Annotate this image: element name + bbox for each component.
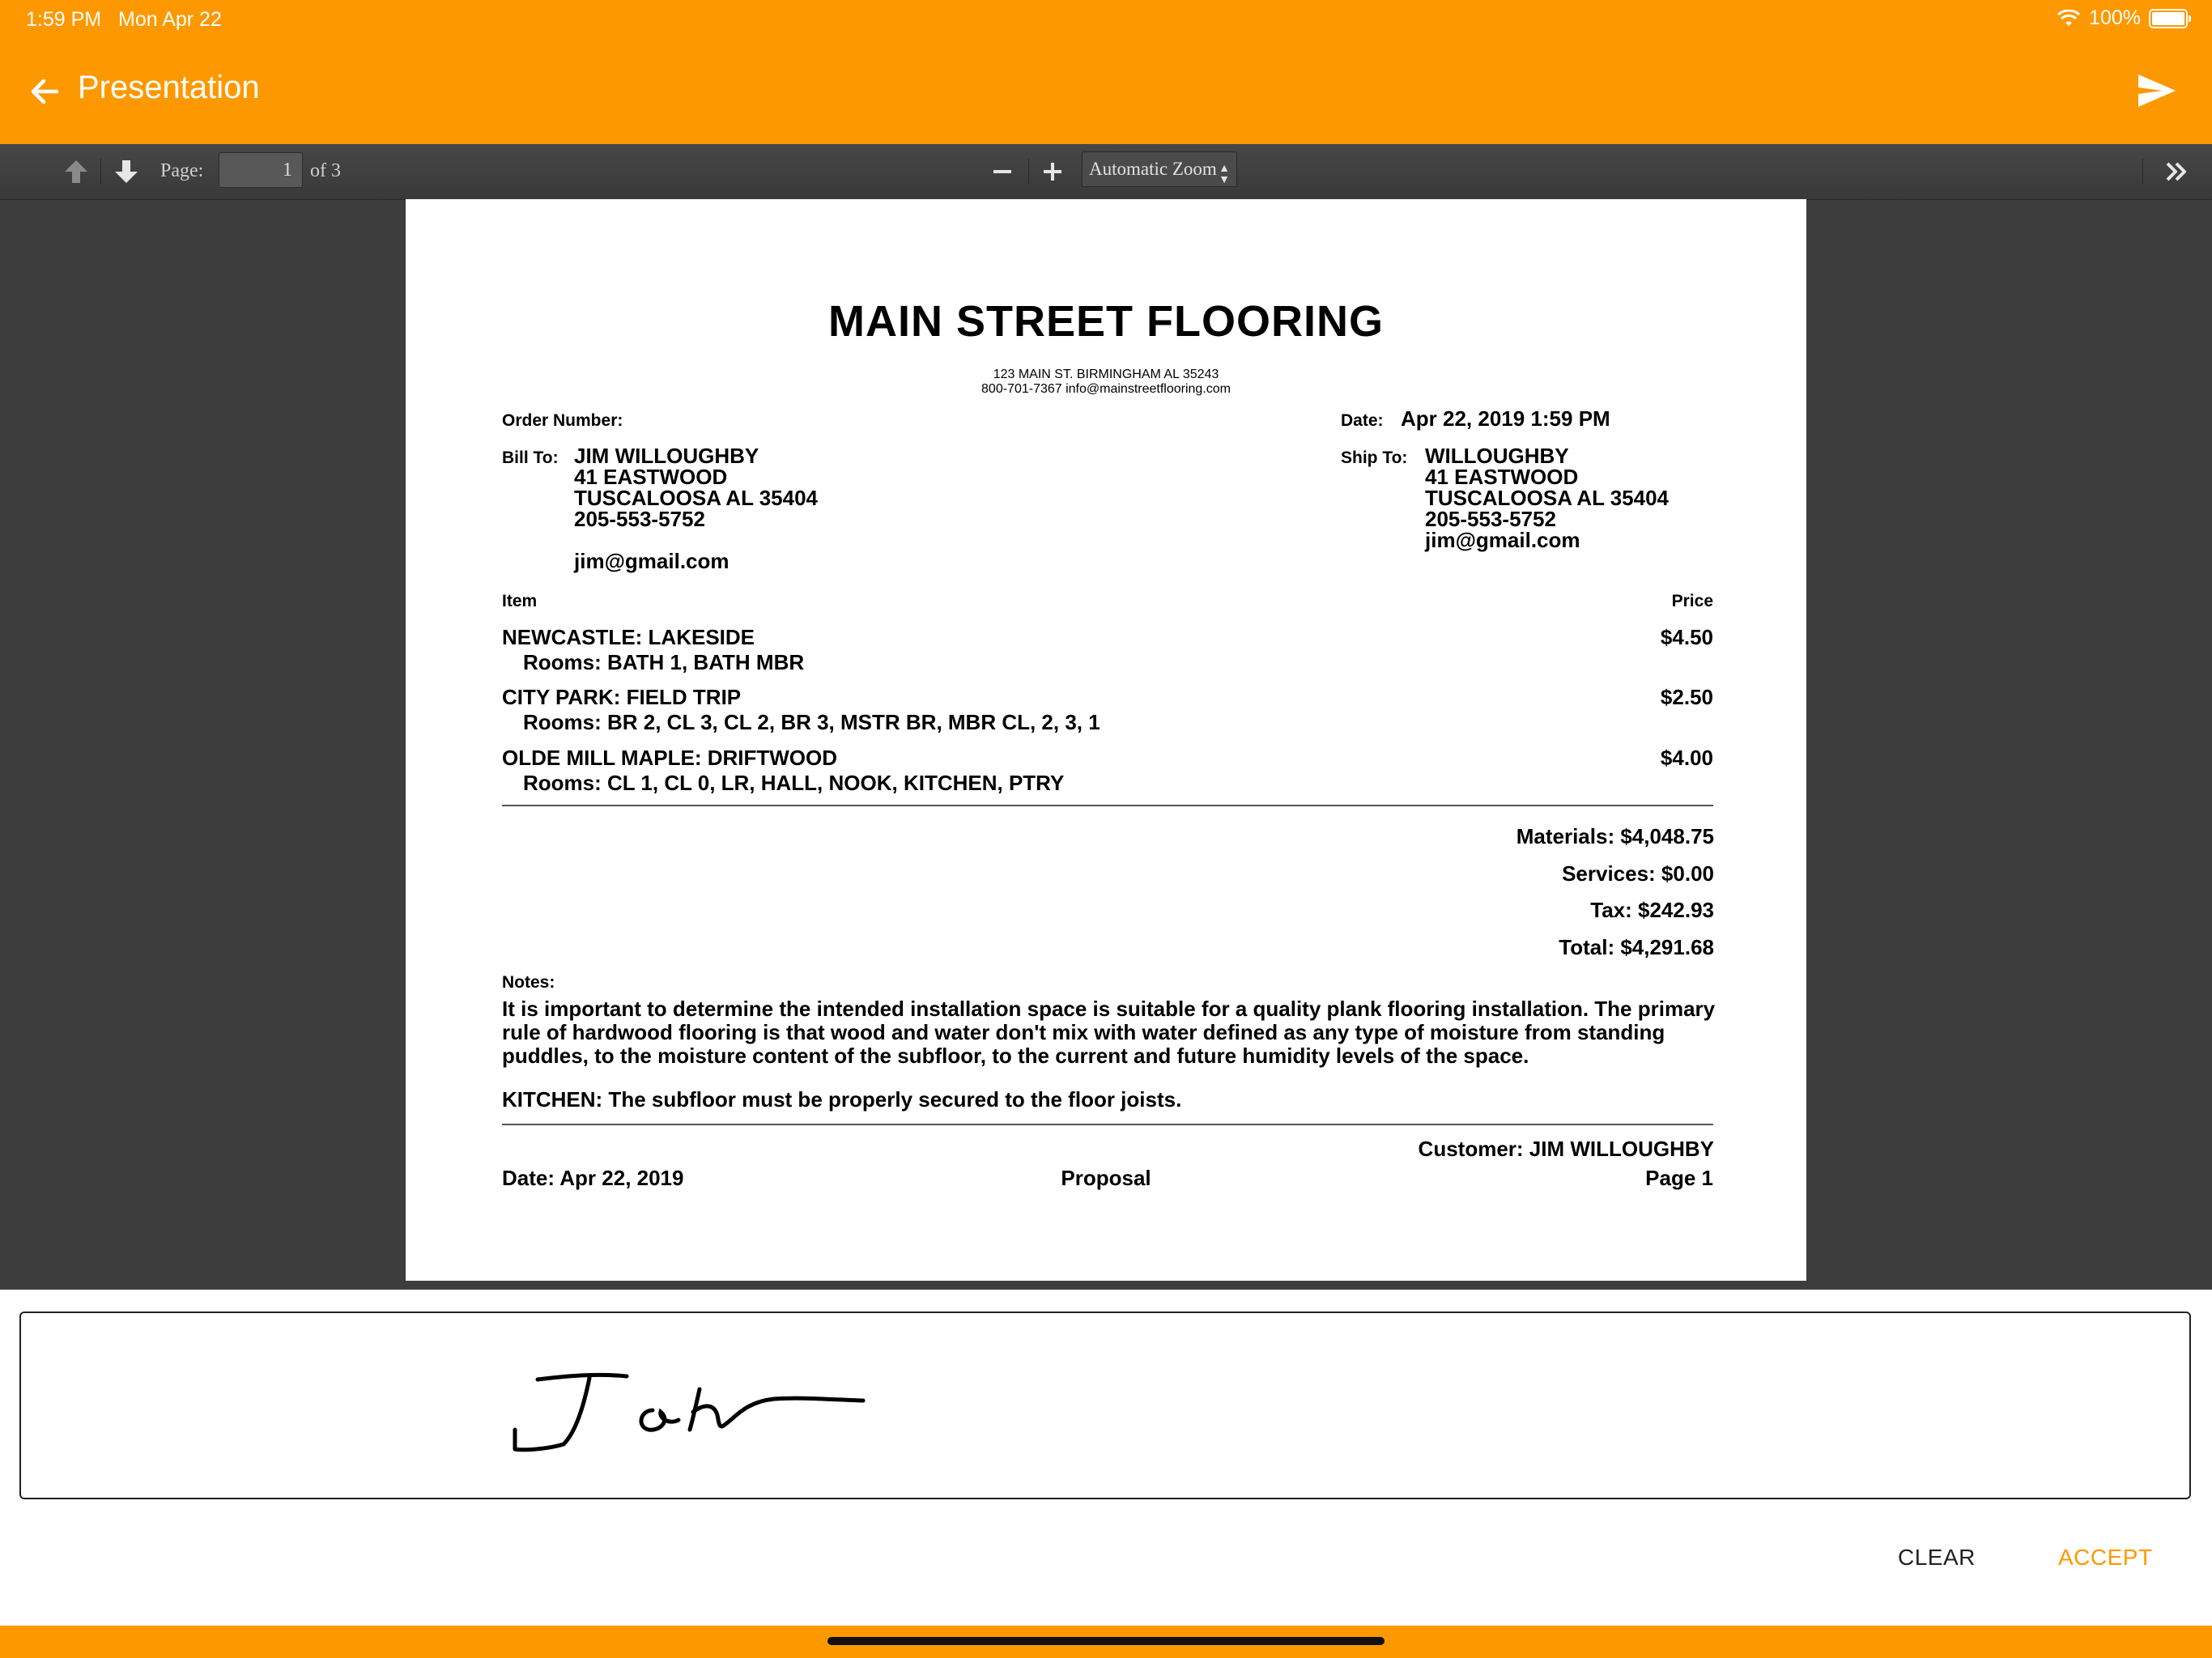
date-label: Date:	[1341, 411, 1384, 430]
company-name: MAIN STREET FLOORING	[828, 297, 1384, 346]
ship-to-email: jim@gmail.com	[1425, 528, 1580, 552]
signature-pad[interactable]	[19, 1312, 2191, 1499]
item-rooms: Rooms: BATH 1, BATH MBR	[523, 650, 805, 674]
divider	[502, 805, 1713, 806]
accept-button[interactable]: ACCEPT	[2058, 1545, 2153, 1571]
item-rooms: Rooms: CL 1, CL 0, LR, HALL, NOOK, KITCH…	[523, 771, 1065, 795]
materials-total: Materials: $4,048.75	[1516, 824, 1714, 848]
price-header: Price	[1671, 592, 1713, 610]
bill-to-phone: 205-553-5752	[574, 507, 705, 531]
send-icon[interactable]	[2136, 71, 2178, 110]
company-address: 123 MAIN ST. BIRMINGHAM AL 35243	[993, 368, 1219, 381]
ship-to-city: TUSCALOOSA AL 35404	[1425, 486, 1670, 510]
clear-button[interactable]: CLEAR	[1898, 1545, 1976, 1571]
signature-stroke	[513, 1372, 866, 1452]
item-name: NEWCASTLE: LAKESIDE	[502, 625, 755, 649]
bill-to-block: JIM WILLOUGHBY 41 EASTWOOD TUSCALOOSA AL…	[574, 445, 818, 572]
item-header: Item	[502, 592, 538, 610]
notes-text: It is important to determine the intende…	[502, 997, 1716, 1068]
tax-total: Tax: $242.93	[1590, 898, 1714, 922]
arrow-down-icon[interactable]	[110, 155, 143, 188]
ship-to-label: Ship To:	[1341, 449, 1408, 467]
status-date: Mon Apr 22	[118, 8, 222, 31]
company-contact: 800-701-7367 info@mainstreetflooring.com	[981, 382, 1231, 396]
viewer-toolbar: Page: 1 of 3 Automatic Zoom ▲ ▼	[0, 144, 2212, 200]
item-price: $2.50	[1660, 685, 1713, 709]
page-title: Presentation	[78, 70, 260, 105]
home-indicator[interactable]	[827, 1637, 1385, 1645]
divider	[502, 1124, 1713, 1125]
zoom-out-icon[interactable]	[986, 155, 1019, 188]
page-count: of 3	[310, 160, 341, 181]
app-bar: 1:59 PM Mon Apr 22 100% Presentation	[0, 0, 2212, 144]
item-rooms: Rooms: BR 2, CL 3, CL 2, BR 3, MSTR BR, …	[523, 710, 1100, 734]
footer-title: Proposal	[1061, 1166, 1151, 1190]
battery-percent: 100%	[2089, 6, 2141, 29]
pdf-viewer[interactable]: Page: 1 of 3 Automatic Zoom ▲ ▼ MAIN STR…	[0, 144, 2212, 1290]
pdf-page: MAIN STREET FLOORING 123 MAIN ST. BIRMIN…	[406, 199, 1806, 1281]
page-label: Page:	[160, 160, 204, 181]
page-number-input[interactable]: 1	[219, 152, 303, 188]
item-name: CITY PARK: FIELD TRIP	[502, 685, 742, 709]
ship-to-phone: 205-553-5752	[1425, 507, 1556, 531]
services-total: Services: $0.00	[1562, 861, 1714, 886]
bottom-bar	[0, 1626, 2212, 1658]
kitchen-note: KITCHEN: The subfloor must be properly s…	[502, 1087, 1182, 1112]
footer-page: Page 1	[1645, 1166, 1713, 1190]
item-name: OLDE MILL MAPLE: DRIFTWOOD	[502, 746, 838, 770]
double-chevron-right-icon[interactable]	[2160, 155, 2193, 188]
ship-to-block: WILLOUGHBY 41 EASTWOOD TUSCALOOSA AL 354…	[1425, 445, 1669, 551]
status-time: 1:59 PM	[26, 8, 102, 31]
arrow-left-icon[interactable]	[24, 71, 65, 112]
grand-total: Total: $4,291.68	[1559, 935, 1714, 959]
item-price: $4.00	[1660, 746, 1713, 770]
status-right: 100%	[2057, 6, 2191, 30]
bill-to-city: TUSCALOOSA AL 35404	[574, 486, 819, 510]
arrow-up-icon[interactable]	[60, 155, 92, 188]
zoom-select[interactable]: Automatic Zoom ▲ ▼	[1082, 151, 1237, 187]
date-value: Apr 22, 2019 1:59 PM	[1401, 406, 1610, 431]
wifi-icon	[2057, 9, 2081, 26]
item-price: $4.50	[1660, 625, 1713, 649]
notes-label: Notes:	[502, 973, 555, 992]
bill-to-email: jim@gmail.com	[574, 549, 730, 573]
ship-to-name: WILLOUGHBY	[1425, 444, 1569, 468]
line-item: NEWCASTLE: LAKESIDE Rooms: BATH 1, BATH …	[502, 625, 804, 675]
ship-to-street: 41 EASTWOOD	[1425, 465, 1579, 489]
line-item: OLDE MILL MAPLE: DRIFTWOOD Rooms: CL 1, …	[502, 746, 1064, 796]
footer-customer: Customer: JIM WILLOUGHBY	[1418, 1137, 1714, 1161]
zoom-in-icon[interactable]	[1036, 155, 1069, 188]
zoom-select-value: Automatic Zoom	[1089, 159, 1217, 179]
bill-to-street: 41 EASTWOOD	[574, 465, 728, 489]
order-number-label: Order Number:	[502, 411, 623, 430]
battery-icon	[2149, 8, 2191, 28]
bill-to-label: Bill To:	[502, 449, 559, 467]
select-arrows-icon-down: ▼	[1219, 174, 1230, 186]
line-item: CITY PARK: FIELD TRIP Rooms: BR 2, CL 3,…	[502, 685, 1100, 735]
bill-to-name: JIM WILLOUGHBY	[574, 444, 759, 468]
